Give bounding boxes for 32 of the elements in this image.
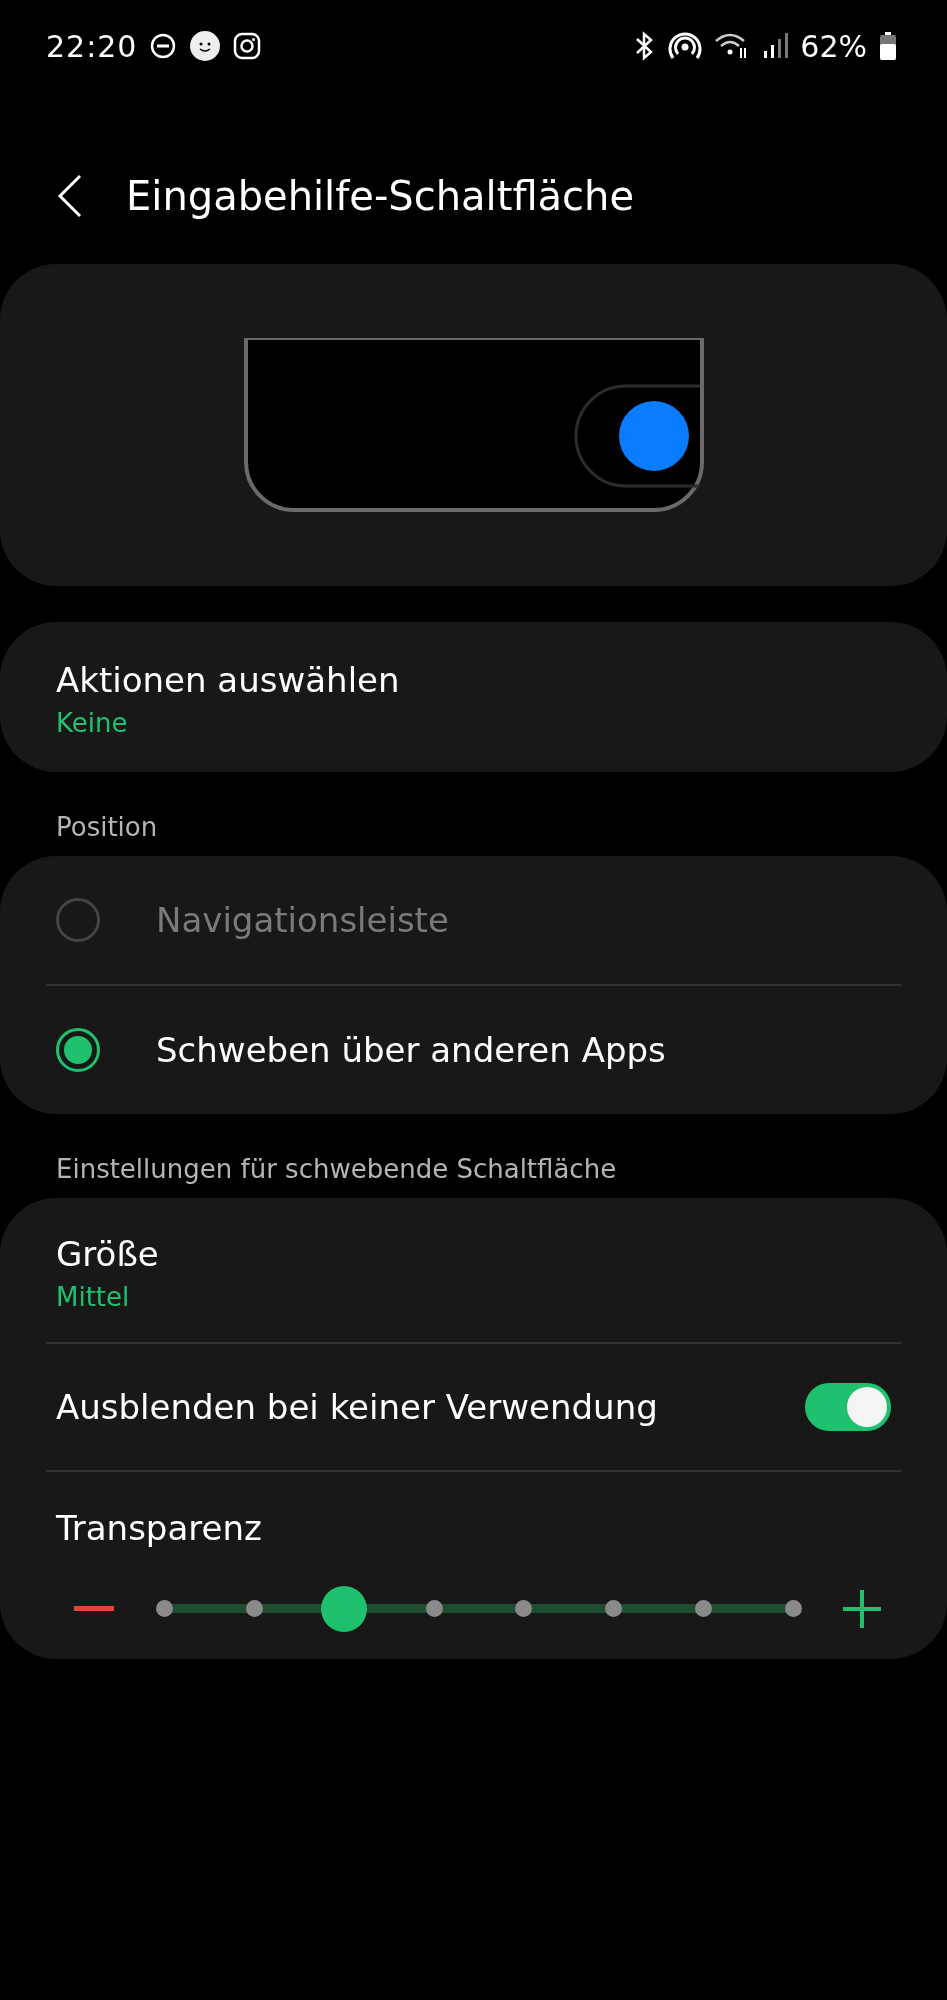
slider-step-dot	[695, 1600, 713, 1617]
row-value: Keine	[56, 708, 129, 738]
option-label: Schweben über anderen Apps	[156, 1030, 666, 1070]
smiley-icon	[189, 30, 222, 62]
status-time: 22:20	[46, 28, 138, 64]
battery-icon	[879, 31, 897, 61]
plus-icon[interactable]	[843, 1589, 881, 1628]
do-not-disturb-icon	[149, 32, 178, 60]
slider-step-dot	[785, 1600, 802, 1617]
signal-icon	[762, 31, 789, 61]
slider-step-dot	[515, 1600, 533, 1617]
page-title: Eingabehilfe-Schaltfläche	[126, 173, 635, 219]
actions-card[interactable]: Aktionen auswählen Keine	[0, 622, 947, 772]
slider-step-dot	[425, 1600, 443, 1617]
slider-step-dot	[605, 1600, 623, 1617]
slider-step-dot	[156, 1600, 173, 1617]
row-title: Transparenz	[56, 1508, 262, 1548]
section-label: Position	[55, 811, 159, 844]
option-label: Navigationsleiste	[156, 900, 449, 940]
row-title: Aktionen auswählen	[56, 660, 401, 700]
camera-app-icon	[233, 32, 262, 60]
section-label: Einstellungen für schwebende Schaltfläche	[55, 1153, 618, 1186]
back-icon[interactable]	[56, 174, 84, 218]
radio-button[interactable]	[56, 1028, 100, 1072]
slider-step-dot	[245, 1600, 263, 1617]
battery-percentage: 62%	[800, 28, 867, 64]
row-title: Größe	[56, 1234, 160, 1274]
row-value: Mittel	[56, 1282, 131, 1312]
row-title: Ausblenden bei keiner Verwendung	[56, 1387, 658, 1427]
toggle-switch[interactable]	[805, 1383, 891, 1431]
minus-icon[interactable]	[74, 1605, 114, 1612]
slider-thumb[interactable]	[320, 1586, 367, 1632]
